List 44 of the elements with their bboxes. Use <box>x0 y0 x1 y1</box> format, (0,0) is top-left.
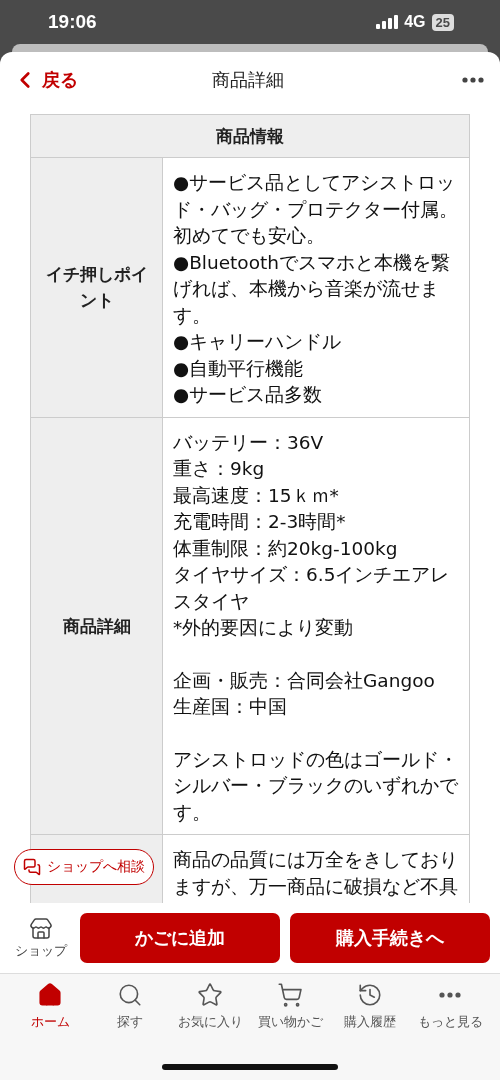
search-icon <box>117 982 143 1008</box>
tab-item[interactable]: 購入履歴 <box>330 982 410 1031</box>
more-icon <box>439 992 461 998</box>
detail-text: バッテリー：36V <box>173 430 325 455</box>
detail-text: 充電時間：2-3時間* <box>173 510 347 534</box>
tab-item[interactable]: ホーム <box>10 982 90 1031</box>
star-icon <box>197 982 223 1008</box>
detail-text: 企画・販売：合同会社Gangoo <box>173 668 436 693</box>
clock-icon <box>357 982 383 1008</box>
detail-text: 生産国：中国 <box>173 695 288 719</box>
detail-text: ●サービス品としてアシストロッド・バッグ・プロテクター付属。初めてでも安心。 <box>173 171 459 248</box>
detail-text: ●Bluetoothでスマホと本機を繋げれば、本機から音楽が流せます。 <box>173 250 451 328</box>
page-title: 商品詳細 <box>212 68 284 92</box>
checkout-button[interactable]: 購入手続きへ <box>290 913 490 963</box>
row-label: イチ押しポイント <box>44 263 149 313</box>
detail-text: ●自動平行機能 <box>173 356 305 381</box>
table-heading: 商品情報 <box>31 115 469 158</box>
home-icon <box>37 982 63 1008</box>
detail-text: 重さ：9kg <box>173 457 266 481</box>
tab-item[interactable]: 探す <box>90 982 170 1031</box>
shop-button[interactable]: ショップ <box>12 916 70 960</box>
detail-text: アシストロッドの色はゴールド・シルバー・ブラックのいずれかです。 <box>173 747 459 825</box>
more-icon[interactable] <box>462 77 484 83</box>
row-label: 商品詳細 <box>62 614 131 638</box>
detail-text: ●キャリーハンドル <box>173 330 343 354</box>
consult-shop-button[interactable]: ショップへ相談 <box>14 849 154 885</box>
back-link[interactable]: 戻る <box>12 67 102 93</box>
network-label: 4G <box>404 13 426 31</box>
status-time: 19:06 <box>48 11 97 33</box>
battery-indicator: 25 <box>431 13 454 31</box>
detail-text: ●サービス品多数 <box>173 383 324 407</box>
detail-text: 体重制限：約20kg-100kg <box>173 536 399 561</box>
detail-text: 最高速度：15ｋｍ* <box>173 483 340 508</box>
signal-icon <box>376 15 399 29</box>
store-icon <box>29 916 53 941</box>
tab-item[interactable]: お気に入り <box>170 982 250 1031</box>
add-to-cart-button[interactable]: かごに追加 <box>80 913 280 963</box>
tab-item[interactable]: もっと見る <box>410 982 490 1031</box>
chat-icon <box>23 858 41 876</box>
detail-text: 商品の品質には万全をきしておりますが、万一商品に破損など不具 <box>173 848 459 899</box>
tab-item[interactable]: 買い物かご <box>250 982 330 1031</box>
cart-icon <box>277 982 303 1008</box>
detail-text: *外的要因により変動 <box>173 616 355 640</box>
detail-text: タイヤサイズ：6.5インチエアレスタイヤ <box>173 563 451 614</box>
